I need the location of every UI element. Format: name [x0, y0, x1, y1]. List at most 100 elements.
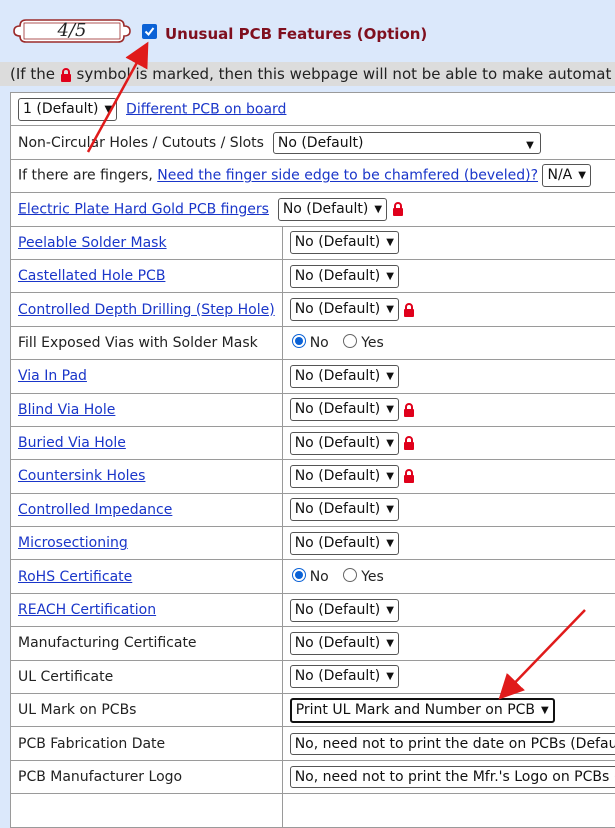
ul-mark-select[interactable]: Print UL Mark and Number on PCB▼ — [290, 698, 555, 723]
chevron-down-icon: ▼ — [386, 438, 394, 449]
reach-link[interactable]: REACH Certification — [18, 602, 156, 618]
fab-date-select[interactable]: No, need not to print the date on PCBs (… — [290, 733, 615, 755]
rohs-no-radio[interactable] — [292, 568, 306, 582]
hard-gold-link[interactable]: Electric Plate Hard Gold PCB fingers — [18, 201, 269, 217]
chamfer-select[interactable]: N/A▼ — [542, 164, 590, 187]
radio-label: Yes — [361, 569, 384, 585]
chamfer-link[interactable]: Need the finger side edge to be chamfere… — [157, 168, 538, 184]
impedance-link[interactable]: Controlled Impedance — [18, 502, 172, 518]
mfg-certificate-select[interactable]: No (Default)▼ — [290, 632, 399, 655]
via-in-pad-select[interactable]: No (Default)▼ — [290, 365, 399, 388]
table-row: Controlled Impedance No (Default)▼ — [11, 493, 615, 526]
row-label: Manufacturing Certificate — [18, 635, 197, 651]
chevron-down-icon: ▼ — [386, 371, 394, 382]
impedance-select[interactable]: No (Default)▼ — [290, 498, 399, 521]
radio-label: No — [310, 335, 329, 351]
depth-drilling-select[interactable]: No (Default)▼ — [290, 298, 399, 321]
table-row: UL Mark on PCBs Print UL Mark and Number… — [11, 694, 615, 727]
chevron-down-icon: ▼ — [386, 538, 394, 549]
depth-drilling-link[interactable]: Controlled Depth Drilling (Step Hole) — [18, 302, 275, 318]
table-row: 1 (Default)▼ Different PCB on board — [11, 93, 615, 126]
row-label: UL Mark on PCBs — [18, 702, 136, 718]
ul-certificate-select[interactable]: No (Default)▼ — [290, 665, 399, 688]
non-circular-holes-select[interactable]: No (Default)▼ — [273, 132, 541, 154]
castellated-select[interactable]: No (Default)▼ — [290, 265, 399, 288]
lock-note: (If the symbol is marked, then this webp… — [0, 62, 615, 86]
lock-icon — [403, 403, 415, 417]
table-row: Electric Plate Hard Gold PCB fingers No … — [11, 193, 615, 226]
chevron-down-icon: ▼ — [374, 204, 382, 215]
lock-icon — [60, 68, 72, 82]
table-row: REACH Certification No (Default)▼ — [11, 593, 615, 626]
table-row: Fill Exposed Vias with Solder Mask No Ye… — [11, 326, 615, 359]
chevron-down-icon: ▼ — [386, 605, 394, 616]
chevron-down-icon: ▼ — [386, 237, 394, 248]
microsectioning-link[interactable]: Microsectioning — [18, 535, 128, 551]
via-in-pad-link[interactable]: Via In Pad — [18, 368, 87, 384]
chevron-down-icon: ▼ — [541, 705, 549, 716]
lock-icon — [403, 436, 415, 450]
blind-via-link[interactable]: Blind Via Hole — [18, 402, 115, 418]
table-row: Via In Pad No (Default)▼ — [11, 360, 615, 393]
table-row: PCB Fabrication Date No, need not to pri… — [11, 727, 615, 760]
row-label: Non-Circular Holes / Cutouts / Slots — [18, 135, 264, 151]
fill-vias-no-radio[interactable] — [292, 334, 306, 348]
chevron-down-icon: ▼ — [386, 671, 394, 682]
blind-via-select[interactable]: No (Default)▼ — [290, 398, 399, 421]
lock-icon — [403, 303, 415, 317]
different-pcb-link[interactable]: Different PCB on board — [126, 101, 286, 117]
buried-via-select[interactable]: No (Default)▼ — [290, 432, 399, 455]
rohs-yes-radio[interactable] — [343, 568, 357, 582]
step-badge: 4/5 — [12, 16, 132, 46]
row-label: If there are fingers, — [18, 168, 153, 184]
table-row — [11, 794, 615, 827]
table-row: RoHS Certificate No Yes — [11, 560, 615, 593]
features-table: 1 (Default)▼ Different PCB on board Non-… — [10, 92, 615, 828]
row-label: UL Certificate — [18, 669, 113, 685]
chevron-down-icon: ▼ — [526, 137, 534, 155]
note-prefix: (If the — [10, 65, 55, 83]
mfr-logo-select[interactable]: No, need not to print the Mfr.'s Logo on… — [290, 766, 615, 788]
countersink-select[interactable]: No (Default)▼ — [290, 465, 399, 488]
table-row: Manufacturing Certificate No (Default)▼ — [11, 627, 615, 660]
chevron-down-icon: ▼ — [386, 471, 394, 482]
peelable-mask-link[interactable]: Peelable Solder Mask — [18, 235, 167, 251]
hard-gold-select[interactable]: No (Default)▼ — [278, 198, 387, 221]
table-row: Controlled Depth Drilling (Step Hole) No… — [11, 293, 615, 326]
countersink-link[interactable]: Countersink Holes — [18, 468, 145, 484]
table-row: Blind Via Hole No (Default)▼ — [11, 393, 615, 426]
row-label: PCB Manufacturer Logo — [18, 769, 182, 785]
lock-icon — [403, 469, 415, 483]
table-row: If there are fingers, Need the finger si… — [11, 159, 615, 192]
note-suffix: symbol is marked, then this webpage will… — [77, 65, 612, 83]
table-row: PCB Manufacturer Logo No, need not to pr… — [11, 760, 615, 793]
chevron-down-icon: ▼ — [578, 170, 586, 181]
chevron-down-icon: ▼ — [104, 104, 112, 115]
microsectioning-select[interactable]: No (Default)▼ — [290, 532, 399, 555]
step-badge-text: 4/5 — [12, 20, 132, 41]
option-title: Unusual PCB Features (Option) — [165, 25, 427, 43]
table-row: Non-Circular Holes / Cutouts / Slots No … — [11, 126, 615, 159]
table-row: Peelable Solder Mask No (Default)▼ — [11, 226, 615, 259]
row-label: PCB Fabrication Date — [18, 736, 165, 752]
fill-vias-yes-radio[interactable] — [343, 334, 357, 348]
board-count-select[interactable]: 1 (Default)▼ — [18, 98, 117, 121]
buried-via-link[interactable]: Buried Via Hole — [18, 435, 126, 451]
peelable-mask-select[interactable]: No (Default)▼ — [290, 231, 399, 254]
radio-label: Yes — [361, 335, 384, 351]
chevron-down-icon: ▼ — [386, 304, 394, 315]
table-row: Buried Via Hole No (Default)▼ — [11, 426, 615, 459]
reach-select[interactable]: No (Default)▼ — [290, 599, 399, 622]
option-checkbox[interactable] — [142, 24, 157, 39]
chevron-down-icon: ▼ — [386, 638, 394, 649]
chevron-down-icon: ▼ — [386, 271, 394, 282]
row-label: Fill Exposed Vias with Solder Mask — [18, 335, 258, 351]
table-row: Castellated Hole PCB No (Default)▼ — [11, 259, 615, 292]
chevron-down-icon: ▼ — [386, 404, 394, 415]
chevron-down-icon: ▼ — [386, 504, 394, 515]
radio-label: No — [310, 569, 329, 585]
header: 4/5 Unusual PCB Features (Option) — [0, 0, 615, 62]
table-row: Countersink Holes No (Default)▼ — [11, 460, 615, 493]
castellated-link[interactable]: Castellated Hole PCB — [18, 268, 165, 284]
rohs-link[interactable]: RoHS Certificate — [18, 569, 132, 585]
